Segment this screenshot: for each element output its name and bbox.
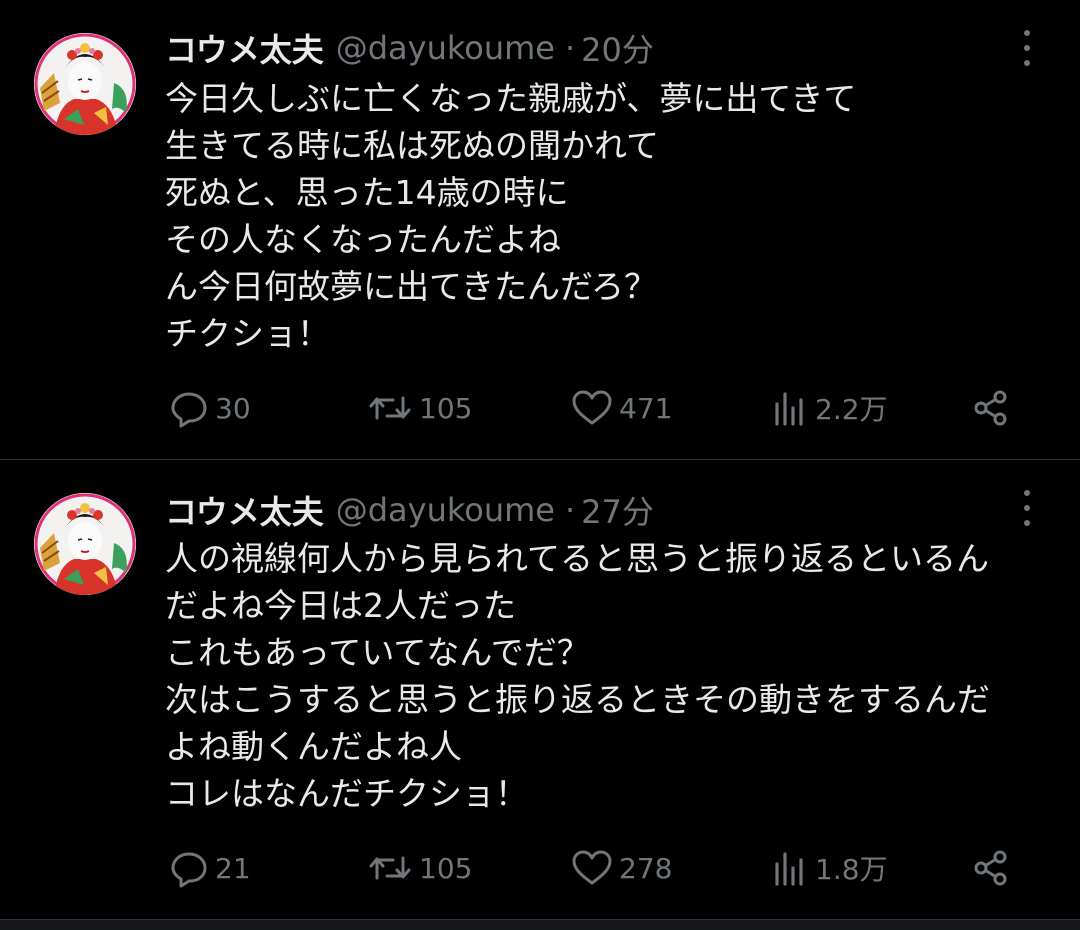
like-count: 278 (619, 851, 673, 885)
tweet-text-line: 今日久しぶに亡くなった親戚が、夢に出てきて (165, 79, 857, 118)
share-nodes-icon (971, 388, 1011, 428)
author-avatar[interactable] (34, 493, 136, 595)
more-dots-icon[interactable] (1014, 490, 1040, 526)
reply-button[interactable]: 21 (169, 844, 251, 892)
tweet-text-line: 生きてる時に私は死ぬの聞かれて (165, 126, 660, 165)
tweet-divider (0, 919, 1080, 930)
like-button[interactable]: 278 (571, 844, 672, 892)
like-button[interactable]: 471 (571, 384, 672, 432)
retweet-arrows-icon (367, 848, 413, 888)
tweet-text: 今日久しぶに亡くなった親戚が、夢に出てきて 生きてる時に私は死ぬの聞かれて 死ぬ… (165, 75, 1055, 357)
share-nodes-icon (971, 848, 1011, 888)
reply-count: 21 (215, 851, 251, 885)
retweet-button[interactable]: 105 (367, 384, 472, 432)
views-bars-icon (773, 848, 809, 888)
reply-count: 30 (215, 391, 251, 425)
header-separator: · (564, 29, 576, 67)
reply-bubble-icon (169, 848, 209, 888)
tweet-text-line: 人の視線何人から見られてると思うと振り返るといるん (165, 539, 990, 578)
retweet-arrows-icon (367, 388, 413, 428)
tweet-timestamp[interactable]: 20分 (581, 25, 654, 71)
share-button[interactable] (971, 384, 1011, 432)
tweet-text: 人の視線何人から見られてると思うと振り返るといるん だよね今日は2人だった これ… (165, 535, 1055, 817)
heart-icon (571, 848, 613, 888)
author-name[interactable]: コウメ太夫 (165, 25, 324, 71)
tweet-1[interactable]: コウメ太夫 @dayukoume · 20分 今日久しぶに亡くなった親戚が、夢に… (0, 0, 1080, 459)
tweet-2[interactable]: コウメ太夫 @dayukoume · 27分 人の視線何人から見られてると思うと… (0, 460, 1080, 919)
tweet-timestamp[interactable]: 27分 (581, 487, 654, 533)
tweet-actions: 30 105 471 2.2万 (165, 384, 1025, 432)
views-bars-icon (773, 388, 809, 428)
retweet-button[interactable]: 105 (367, 844, 472, 892)
like-count: 471 (619, 391, 673, 425)
author-avatar[interactable] (34, 33, 136, 135)
tweet-text-line: ん今日何故夢に出てきたんだろ？ (165, 267, 658, 306)
tweet-actions: 21 105 278 1.8万 (165, 844, 1025, 892)
author-handle[interactable]: @dayukoume (336, 491, 555, 529)
views-count: 2.2万 (815, 393, 888, 426)
header-separator: · (564, 491, 576, 529)
heart-icon (571, 388, 613, 428)
tweet-text-line: だよね今日は2人だった (165, 586, 516, 625)
tweet-text-line: その人なくなったんだよね (165, 220, 561, 259)
retweet-count: 105 (419, 851, 473, 885)
more-dots-icon[interactable] (1014, 30, 1040, 66)
retweet-count: 105 (419, 391, 473, 425)
tweet-header: コウメ太夫 @dayukoume · 27分 (165, 488, 654, 532)
tweet-text-line: 死ぬと、思った14歳の時に (165, 173, 569, 212)
reply-bubble-icon (169, 388, 209, 428)
tweet-text-line: コレはなんだチクショ！ (165, 774, 528, 813)
tweet-text-line: チクショ！ (165, 314, 330, 353)
views-button[interactable]: 1.8万 (773, 844, 888, 892)
views-button[interactable]: 2.2万 (773, 384, 888, 432)
author-handle[interactable]: @dayukoume (336, 29, 555, 67)
tweet-header: コウメ太夫 @dayukoume · 20分 (165, 26, 654, 70)
views-count: 1.8万 (815, 853, 888, 886)
tweet-text-line: これもあっていてなんでだ？ (165, 633, 590, 672)
tweet-text-line: よね動くんだよね人 (165, 727, 462, 766)
reply-button[interactable]: 30 (169, 384, 251, 432)
share-button[interactable] (971, 844, 1011, 892)
author-name[interactable]: コウメ太夫 (165, 487, 324, 533)
tweet-text-line: 次はこうすると思うと振り返るときその動きをするんだ (165, 680, 990, 719)
